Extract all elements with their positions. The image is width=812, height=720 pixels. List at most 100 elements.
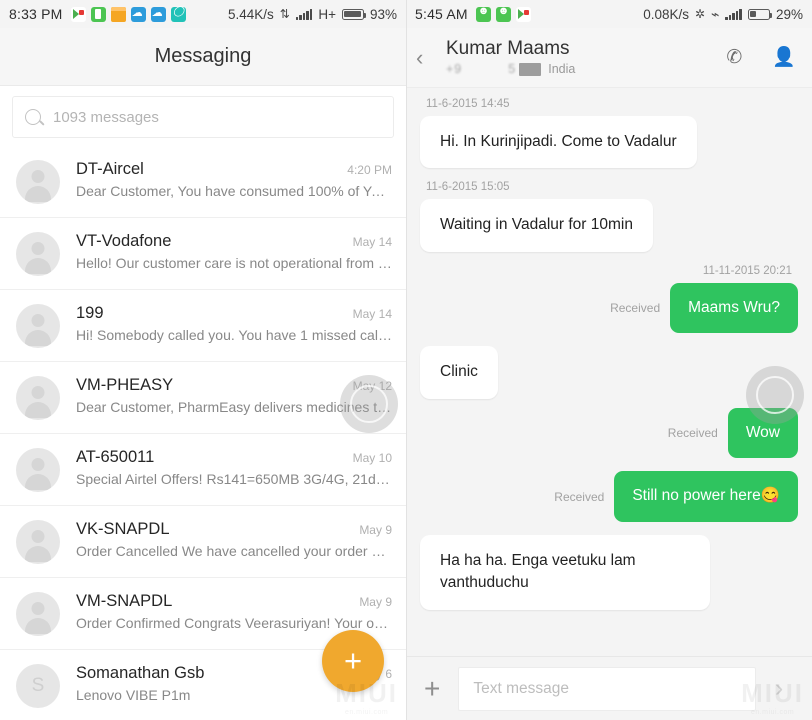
message-bubble-outgoing[interactable]: Still no power here😋: [614, 471, 798, 522]
message-preview: Order Cancelled We have cancelled your o…: [76, 543, 392, 559]
battery-icon: [747, 8, 773, 20]
list-item[interactable]: DT-Aircel 4:20 PM Dear Customer, You hav…: [0, 146, 406, 218]
battery-app-icon: [90, 6, 106, 22]
photos-icon: [515, 6, 531, 22]
plus-icon: +: [343, 643, 363, 678]
conversation-header: ‹ Kumar Maams +9 5 India ✆ 👤: [406, 28, 812, 88]
list-item-body: VK-SNAPDL May 9 Order Cancelled We have …: [76, 520, 392, 559]
message-bubble-incoming[interactable]: Hi. In Kurinjipadi. Come to Vadalur: [420, 116, 697, 169]
header-actions: ✆ 👤: [726, 48, 796, 67]
message-group: 11-11-2015 20:21 Received Maams Wru?: [420, 264, 798, 334]
dual-screenshot: 8:33 PM 5.44K/s ⇅ H+ 93% Messaging: [0, 0, 812, 720]
contact-name: VT-Vodafone: [76, 232, 172, 250]
avatar-initial: S: [31, 675, 45, 696]
message-row: Received Wow: [420, 407, 798, 459]
number-digit: 5: [508, 62, 517, 77]
message-row: Hi. In Kurinjipadi. Come to Vadalur: [420, 116, 798, 169]
list-item[interactable]: VK-SNAPDL May 9 Order Cancelled We have …: [0, 506, 406, 578]
message-row: Waiting in Vadalur for 10min: [420, 199, 798, 252]
status-time: 8:33 PM: [9, 6, 63, 22]
message-preview: Hi! Somebody called you. You have 1 miss…: [76, 327, 392, 343]
network-type: H+: [318, 6, 336, 22]
list-item[interactable]: 199 May 14 Hi! Somebody called you. You …: [0, 290, 406, 362]
message-timestamp: 11-6-2015 15:05: [426, 181, 510, 194]
list-item-body: VT-Vodafone May 14 Hello! Our customer c…: [76, 232, 392, 271]
bluetooth-icon: ✲: [694, 7, 706, 21]
list-item[interactable]: VT-Vodafone May 14 Hello! Our customer c…: [0, 218, 406, 290]
message-row: Clinic: [420, 346, 798, 399]
sync-icon: [170, 6, 186, 22]
message-group: 11-6-2015 14:45 Hi. In Kurinjipadi. Come…: [420, 98, 798, 169]
list-item[interactable]: AT-650011 May 10 Special Airtel Offers! …: [0, 434, 406, 506]
list-item-body: VM-SNAPDL May 9 Order Confirmed Congrats…: [76, 592, 392, 631]
conversation-pane: 5:45 AM 0.08K/s ✲ ⌁ 29% ‹ Kumar Maams +9: [406, 0, 812, 720]
send-icon[interactable]: ›: [756, 676, 802, 701]
avatar: [16, 304, 60, 348]
contact-name: VK-SNAPDL: [76, 520, 170, 538]
list-item-body: DT-Aircel 4:20 PM Dear Customer, You hav…: [76, 160, 392, 199]
message-bubble-incoming[interactable]: Clinic: [420, 346, 498, 399]
phone-icon[interactable]: ✆: [726, 48, 742, 67]
photos-icon: [70, 6, 86, 22]
contact-name: VM-PHEASY: [76, 376, 174, 394]
message-preview: Special Airtel Offers! Rs141=650MB 3G/4G…: [76, 471, 392, 487]
contact-info[interactable]: Kumar Maams +9 5 India: [446, 37, 714, 77]
cloud-icon: [150, 4, 166, 22]
new-message-button[interactable]: +: [322, 630, 384, 692]
message-thread[interactable]: 11-6-2015 14:45 Hi. In Kurinjipadi. Come…: [406, 88, 812, 656]
status-bar-left: 8:33 PM 5.44K/s ⇅ H+ 93%: [0, 0, 406, 28]
message-bubble-incoming[interactable]: Waiting in Vadalur for 10min: [420, 199, 653, 252]
country-label: India: [548, 62, 576, 77]
message-group: Clinic: [420, 346, 798, 399]
message-bubble-outgoing[interactable]: Maams Wru?: [670, 282, 798, 334]
message-row: Ha ha ha. Enga veetuku lam vanthuduchu: [420, 534, 798, 610]
number-prefix: +9: [446, 62, 463, 77]
message-preview: Hello! Our customer care is not operatio…: [76, 255, 392, 271]
android-icon: [475, 5, 491, 22]
timestamp: May 9: [359, 523, 392, 537]
message-timestamp: 11-11-2015 20:21: [702, 264, 792, 277]
touch-indicator: [746, 366, 804, 424]
avatar: [16, 520, 60, 564]
contact-name: Kumar Maams: [446, 37, 570, 59]
contact-name: Somanathan Gsb: [76, 664, 205, 682]
message-timestamp: 11-6-2015 14:45: [426, 98, 510, 110]
signal-icon: [725, 8, 742, 20]
redaction-block: [519, 62, 542, 76]
cloud-icon: [130, 4, 146, 22]
avatar: [16, 376, 60, 420]
message-composer: + Text message ›: [406, 656, 812, 720]
person-icon[interactable]: 👤: [772, 48, 796, 67]
delivery-status: Received: [554, 489, 605, 504]
search-placeholder: 1093 messages: [53, 108, 159, 126]
timestamp: May 10: [352, 451, 392, 465]
attach-icon[interactable]: +: [424, 674, 440, 703]
input-placeholder: Text message: [473, 679, 569, 697]
battery-percent: 29%: [775, 6, 803, 22]
status-time: 5:45 AM: [415, 6, 468, 22]
delivery-status: Received: [610, 301, 661, 316]
message-bubble-incoming[interactable]: Ha ha ha. Enga veetuku lam vanthuduchu: [420, 534, 710, 610]
list-item-body: AT-650011 May 10 Special Airtel Offers! …: [76, 448, 392, 487]
avatar: [16, 448, 60, 492]
message-row: Received Maams Wru?: [420, 282, 798, 334]
wifi-icon: ⌁: [711, 6, 720, 22]
network-speed: 5.44K/s: [227, 6, 274, 22]
message-input[interactable]: Text message: [458, 666, 756, 711]
signal-icon: [295, 8, 313, 20]
notification-icons: [70, 4, 186, 22]
avatar: [16, 160, 60, 204]
timestamp: May 14: [352, 307, 392, 321]
search-input[interactable]: 1093 messages: [12, 96, 394, 138]
message-row: Received Still no power here😋: [420, 471, 798, 522]
message-group: 11-6-2015 15:05 Waiting in Vadalur for 1…: [420, 181, 798, 252]
notification-icons: [475, 5, 531, 22]
back-icon[interactable]: ‹: [416, 46, 438, 69]
avatar: S: [16, 664, 60, 708]
touch-indicator: [340, 375, 398, 433]
search-container: 1093 messages: [0, 86, 406, 146]
delivery-status: Received: [667, 426, 718, 441]
pane-divider: [406, 0, 407, 720]
contact-name: AT-650011: [76, 448, 155, 466]
timestamp: May 9: [359, 595, 392, 609]
